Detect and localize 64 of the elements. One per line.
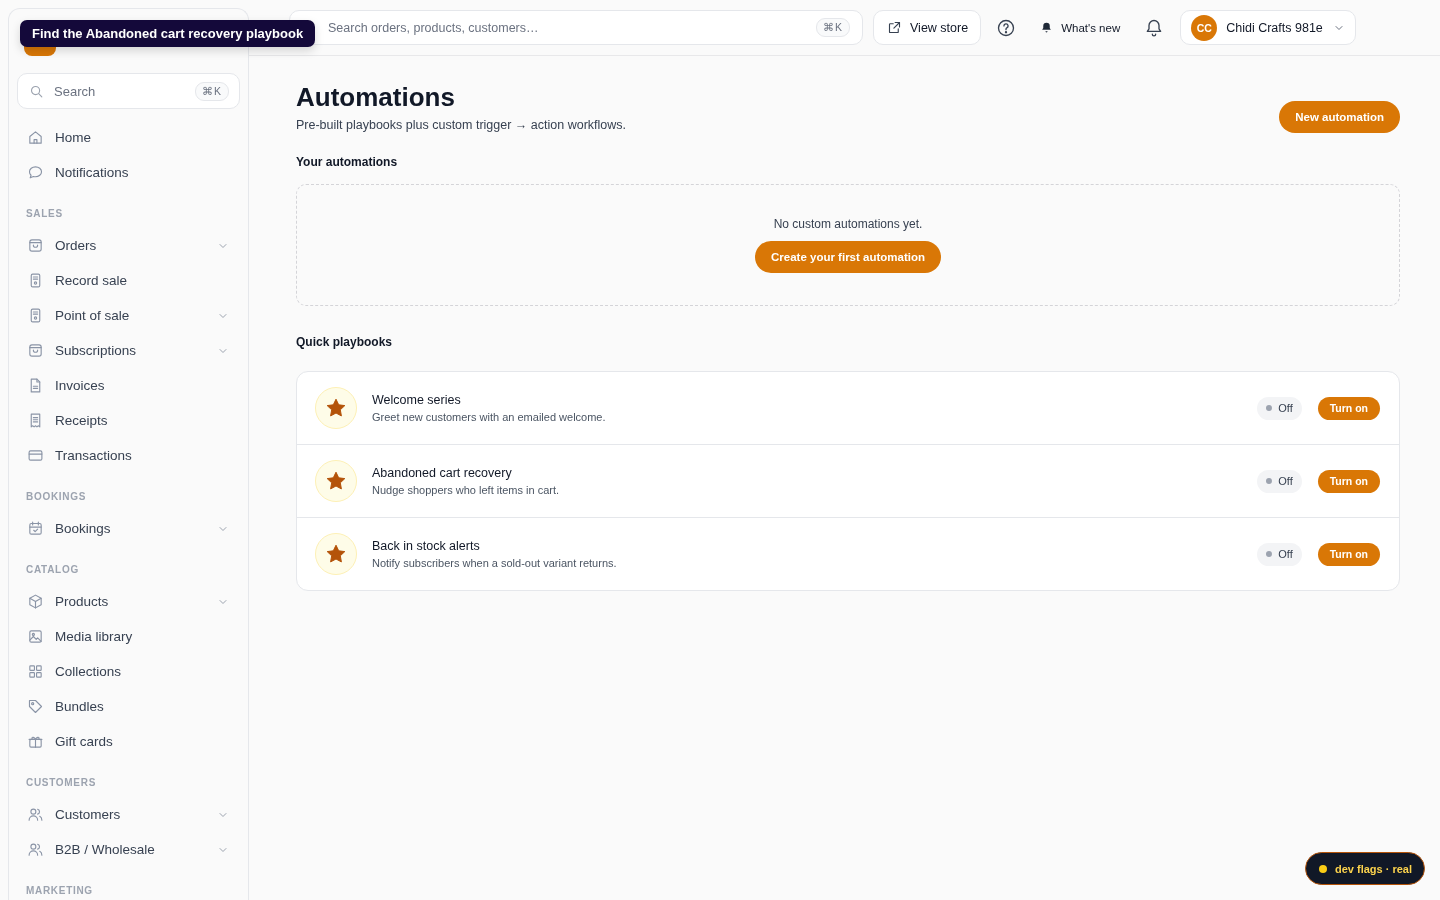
section-title: Your automations — [296, 154, 399, 171]
status-label: Off — [1278, 402, 1293, 414]
whats-new-button[interactable]: What's new — [1032, 10, 1129, 45]
sidebar-item[interactable]: Media library — [17, 619, 240, 654]
section-heading: BOOKINGS — [25, 490, 88, 504]
sidebar-item[interactable]: Subscriptions — [17, 333, 240, 368]
search-field[interactable]: Search ⌘K — [17, 73, 240, 109]
image-icon — [27, 628, 44, 645]
help-icon[interactable] — [996, 17, 1017, 38]
search-input[interactable]: Search orders, products, customers… — [328, 20, 816, 35]
playbook-description: Nudge shoppers who left items in cart. — [372, 482, 561, 498]
chat-bubble-icon — [27, 164, 44, 181]
sidebar-item[interactable]: Bookings — [17, 511, 240, 546]
empty-state-text: No custom automations yet. — [773, 216, 923, 233]
tag-icon — [27, 698, 44, 715]
shopping-bag-icon — [27, 342, 44, 359]
view-store-button[interactable]: View store — [873, 10, 982, 45]
sidebar-item[interactable]: Products — [17, 584, 240, 619]
playbook-description: Notify subscribers when a sold-out variant returns. — [372, 555, 618, 571]
playbook-title: Abandoned cart recovery — [372, 464, 513, 482]
sidebar-item[interactable]: Orders — [17, 228, 240, 263]
tooltip: Find the Abandoned cart recovery playbook — [20, 20, 316, 47]
sidebar-item[interactable]: Receipts — [17, 403, 240, 438]
calendar-icon — [27, 520, 44, 537]
section-heading: MARKETING — [25, 884, 94, 898]
credit-card-icon — [27, 447, 44, 464]
section-title: Quick playbooks — [296, 334, 394, 351]
playbook-title: Welcome series — [372, 391, 462, 409]
shortcut-hint: ⌘K — [816, 18, 850, 37]
playbook-description: Greet new customers with an emailed welcome. — [372, 409, 607, 425]
sidebar-item[interactable]: Record sale — [17, 263, 240, 298]
sidebar-item[interactable]: Transactions — [17, 438, 240, 473]
sidebar-item[interactable]: Invoices — [17, 368, 240, 403]
page-title: Automations — [296, 81, 456, 114]
page-subtitle: Pre-built playbooks plus custom trigger → action workflows. — [296, 117, 626, 134]
section-heading: CUSTOMERS — [25, 776, 97, 790]
status-label: Off — [1278, 475, 1293, 487]
sidebar-item[interactable]: Home — [17, 120, 240, 155]
users-icon — [27, 841, 44, 858]
grid-icon — [27, 663, 44, 680]
avatar: CC — [1191, 14, 1218, 41]
status-dot-icon — [1318, 864, 1327, 873]
external-link-icon — [887, 20, 902, 35]
sidebar-item[interactable]: B2B / Wholesale — [17, 832, 240, 867]
status-label: Off — [1278, 548, 1293, 560]
bell-icon — [1040, 21, 1054, 34]
cube-icon — [27, 593, 44, 610]
sidebar-item[interactable]: Customers — [17, 797, 240, 832]
sidebar-item[interactable]: Point of sale — [17, 298, 240, 333]
sidebar-item[interactable]: Bundles — [17, 689, 240, 724]
shopping-bag-icon — [27, 237, 44, 254]
account-button[interactable]: CC Chidi Crafts 981e — [1180, 10, 1357, 45]
sidebar-item[interactable]: Collections — [17, 654, 240, 689]
sidebar-item[interactable]: Gift cards — [17, 724, 240, 759]
shortcut-hint: ⌘K — [195, 81, 229, 101]
search-input[interactable]: Search — [54, 83, 195, 99]
users-icon — [27, 806, 44, 823]
section-heading: SALES — [25, 207, 64, 221]
section-heading: CATALOG — [25, 563, 80, 577]
playbook-title: Back in stock alerts — [372, 537, 481, 555]
sidebar-item[interactable]: Notifications — [17, 155, 240, 190]
search-icon — [29, 83, 44, 99]
dev-flags-badge[interactable]: dev flags · real — [1304, 852, 1425, 885]
home-icon — [27, 129, 44, 146]
